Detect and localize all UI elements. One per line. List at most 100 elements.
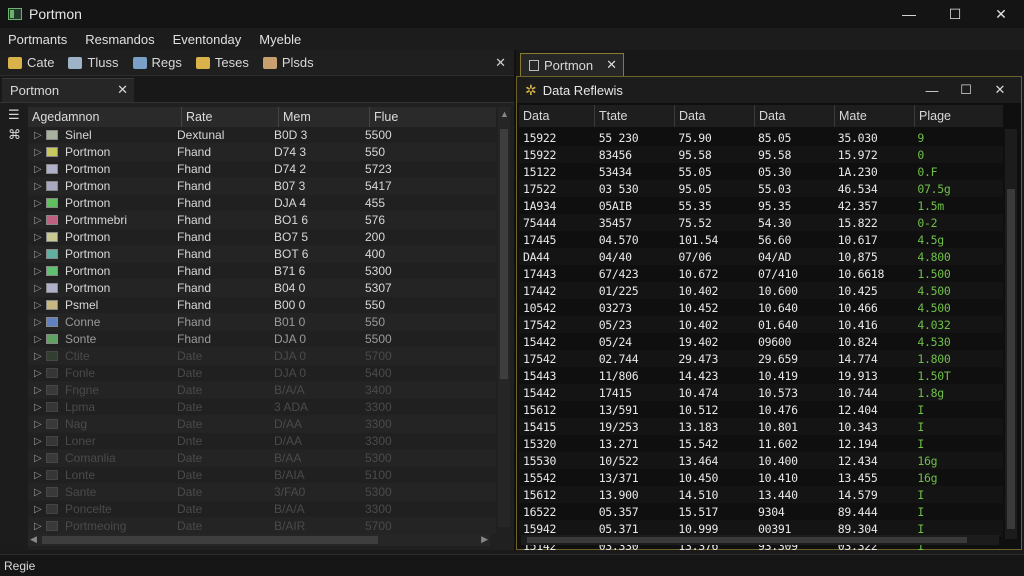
tab-close-icon[interactable]: ✕ <box>117 82 128 98</box>
table-row[interactable]: 15612 13/591 10.512 10.476 12.404 I <box>519 401 1003 418</box>
close-button[interactable]: ✕ <box>978 0 1024 28</box>
expand-chevron-icon[interactable]: ▷ <box>28 147 46 158</box>
expand-chevron-icon[interactable]: ▷ <box>28 266 46 277</box>
column-header[interactable]: Flue <box>370 107 496 127</box>
list-view-icon[interactable]: ☰ <box>8 107 20 123</box>
table-row[interactable]: 15612 13.900 14.510 13.440 14.579 I <box>519 486 1003 503</box>
table-row[interactable]: 17522 03 530 95.05 55.03 46.534 07.5g <box>519 180 1003 197</box>
expand-chevron-icon[interactable]: ▷ <box>28 402 46 413</box>
table-row[interactable]: ▷ Fngne Date B/A/A 3400 <box>28 382 496 399</box>
table-row[interactable]: 1A934 05AIB 55.35 95.35 42.357 1.5m <box>519 197 1003 214</box>
menu-item[interactable]: Eventonday <box>165 32 250 47</box>
expand-chevron-icon[interactable]: ▷ <box>28 368 46 379</box>
table-row[interactable]: 15442 17415 10.474 10.573 10.744 1.8g <box>519 384 1003 401</box>
table-row[interactable]: ▷ Portmon Fhand DJA 4 455 <box>28 195 496 212</box>
table-row[interactable]: 17542 02.744 29.473 29.659 14.774 1.800 <box>519 350 1003 367</box>
toolbar-button[interactable]: Tluss <box>68 55 119 70</box>
table-row[interactable]: ▷ Sante Date 3/FA0 5300 <box>28 484 496 501</box>
scroll-up-icon[interactable]: ▲ <box>500 109 509 119</box>
table-row[interactable]: 17445 04.570 101.54 56.60 10.617 4.5g <box>519 231 1003 248</box>
column-header[interactable]: Data <box>675 105 755 127</box>
column-header[interactable]: Data <box>519 105 595 127</box>
table-row[interactable]: ▷ Lpma Date 3 ADA 3300 <box>28 399 496 416</box>
maximize-button[interactable]: ☐ <box>932 0 978 28</box>
menu-item[interactable]: Myeble <box>251 32 309 47</box>
expand-chevron-icon[interactable]: ▷ <box>28 521 46 532</box>
tab-portmon-right[interactable]: Portmon ✕ <box>520 53 624 76</box>
toolbar-button[interactable]: Cate <box>8 55 54 70</box>
scroll-thumb[interactable] <box>1007 189 1015 529</box>
table-row[interactable]: ▷ Psmel Fhand B00 0 550 <box>28 297 496 314</box>
table-row[interactable]: 15320 13.271 15.542 11.602 12.194 I <box>519 435 1003 452</box>
panel-maximize-button[interactable]: ☐ <box>949 77 983 103</box>
toolbar-button[interactable]: Plsds <box>262 55 314 70</box>
column-header[interactable]: Mem <box>279 107 370 127</box>
table-row[interactable]: 15415 19/253 13.183 10.801 10.343 I <box>519 418 1003 435</box>
tab-close-icon[interactable]: ✕ <box>606 57 617 73</box>
expand-chevron-icon[interactable]: ▷ <box>28 385 46 396</box>
table-row[interactable]: ▷ Loner Dnte D/AA 3300 <box>28 433 496 450</box>
left-vertical-scrollbar[interactable]: ▲ <box>498 107 510 527</box>
expand-chevron-icon[interactable]: ▷ <box>28 504 46 515</box>
table-row[interactable]: 17443 67/423 10.672 07/410 10.6618 1.500 <box>519 265 1003 282</box>
expand-chevron-icon[interactable]: ▷ <box>28 317 46 328</box>
expand-chevron-icon[interactable]: ▷ <box>28 351 46 362</box>
table-row[interactable]: ▷ Portmon Fhand D74 2 5723 <box>28 161 496 178</box>
table-row[interactable]: 75444 35457 75.52 54.30 15.822 0-2 <box>519 214 1003 231</box>
tab-portmon-left[interactable]: Portmon ✕ <box>2 78 134 102</box>
table-row[interactable]: ▷ Portmon Fhand D74 3 550 <box>28 144 496 161</box>
tree-view-icon[interactable]: ⌘ <box>8 127 21 143</box>
column-header[interactable]: Mate <box>835 105 915 127</box>
toolbar-button[interactable]: Teses <box>195 55 249 70</box>
expand-chevron-icon[interactable]: ▷ <box>28 198 46 209</box>
panel-minimize-button[interactable]: — <box>915 77 949 103</box>
scroll-right-icon[interactable]: ▶ <box>481 534 488 545</box>
expand-chevron-icon[interactable]: ▷ <box>28 334 46 345</box>
expand-chevron-icon[interactable]: ▷ <box>28 300 46 311</box>
table-row[interactable]: 15122 53434 55.05 05.30 1A.230 0.F <box>519 163 1003 180</box>
expand-chevron-icon[interactable]: ▷ <box>28 453 46 464</box>
table-row[interactable]: ▷ Portmon Fhand B04 0 5307 <box>28 280 496 297</box>
panel-close-button[interactable]: ✕ <box>983 77 1017 103</box>
table-row[interactable]: 17442 01/225 10.402 10.600 10.425 4.500 <box>519 282 1003 299</box>
expand-chevron-icon[interactable]: ▷ <box>28 283 46 294</box>
scroll-thumb[interactable] <box>527 537 967 543</box>
expand-chevron-icon[interactable]: ▷ <box>28 181 46 192</box>
column-header[interactable]: Plage <box>915 105 1003 127</box>
table-row[interactable]: ▷ Poncelte Date B/A/A 3300 <box>28 501 496 518</box>
right-horizontal-scrollbar[interactable] <box>521 535 999 545</box>
table-row[interactable]: ▷ Portmon Fhand BOT 6 400 <box>28 246 496 263</box>
expand-chevron-icon[interactable]: ▷ <box>28 130 46 141</box>
left-horizontal-scrollbar[interactable]: ◀ ▶ <box>28 534 490 546</box>
expand-chevron-icon[interactable]: ▷ <box>28 470 46 481</box>
table-row[interactable]: ▷ Sonte Fhand DJA 0 5500 <box>28 331 496 348</box>
table-row[interactable]: ▷ Portmeoing Date B/AIR 5700 <box>28 518 496 535</box>
table-row[interactable]: ▷ Lonte Date B/AIA 5100 <box>28 467 496 484</box>
table-row[interactable]: ▷ Fonle Date DJA 0 5400 <box>28 365 496 382</box>
table-row[interactable]: ▷ Portmon Fhand B07 3 5417 <box>28 178 496 195</box>
table-row[interactable]: DA44 04/40 07/06 04/AD 10,875 4.800 <box>519 248 1003 265</box>
table-row[interactable]: ▷ Portmon Fhand B71 6 5300 <box>28 263 496 280</box>
table-row[interactable]: ▷ Nag Date D/AA 3300 <box>28 416 496 433</box>
right-vertical-scrollbar[interactable] <box>1005 129 1017 539</box>
expand-chevron-icon[interactable]: ▷ <box>28 419 46 430</box>
expand-chevron-icon[interactable]: ▷ <box>28 164 46 175</box>
table-row[interactable]: 15922 83456 95.58 95.58 15.972 0 <box>519 146 1003 163</box>
scroll-left-icon[interactable]: ◀ <box>30 534 37 545</box>
expand-chevron-icon[interactable]: ▷ <box>28 215 46 226</box>
scroll-thumb[interactable] <box>500 129 508 379</box>
table-row[interactable]: 10542 03273 10.452 10.640 10.466 4.500 <box>519 299 1003 316</box>
table-row[interactable]: 15542 13/371 10.450 10.410 13.455 16g <box>519 469 1003 486</box>
toolbar-button[interactable]: Regs <box>132 55 182 70</box>
table-row[interactable]: 17542 05/23 10.402 01.640 10.416 4.032 <box>519 316 1003 333</box>
column-header[interactable]: Rate <box>182 107 279 127</box>
column-header[interactable]: Ttate <box>595 105 675 127</box>
column-header[interactable]: Agedamnon <box>28 107 182 127</box>
minimize-button[interactable]: — <box>886 0 932 28</box>
toolbar-close-icon[interactable]: ✕ <box>495 55 506 71</box>
expand-chevron-icon[interactable]: ▷ <box>28 487 46 498</box>
scroll-thumb[interactable] <box>42 536 378 544</box>
table-row[interactable]: ▷ Ctite Date DJA 0 5700 <box>28 348 496 365</box>
table-row[interactable]: ▷ Sinel Dextunal B0D 3 5500 <box>28 127 496 144</box>
table-row[interactable]: ▷ Conne Fhand B01 0 550 <box>28 314 496 331</box>
